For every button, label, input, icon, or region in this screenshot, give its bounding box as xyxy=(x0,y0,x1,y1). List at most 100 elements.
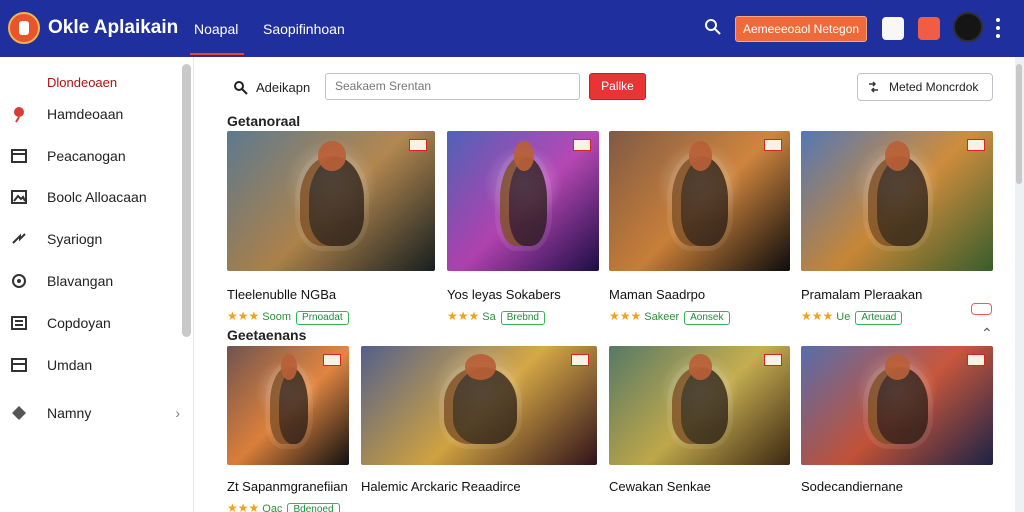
top-card-image-3[interactable] xyxy=(609,131,790,271)
search-input[interactable]: Seakaem Srentan xyxy=(325,73,580,100)
chevron-right-icon: › xyxy=(175,405,180,421)
bottom-card-rating-1: ★★★ Oac Bdenoed xyxy=(227,501,340,512)
star-rating-icon: ★★★ xyxy=(801,309,834,323)
collapse-icon[interactable]: ⌃ xyxy=(981,325,993,342)
sidebar-item-label: Boolc Alloacaan xyxy=(47,189,147,205)
sidebar-item-hamdeoaan[interactable]: Hamdeoaan xyxy=(10,101,180,129)
rating-text: Oac xyxy=(262,503,283,512)
card-corner-badge xyxy=(967,354,985,366)
sidebar-item-namny[interactable]: Namny › xyxy=(10,400,180,428)
notification-icon[interactable] xyxy=(882,17,904,40)
search-icon xyxy=(234,81,248,95)
nav-saopifinhoan[interactable]: Saopifinhoan xyxy=(263,21,345,37)
top-card-image-4[interactable] xyxy=(801,131,993,271)
sidebar-scrollbar[interactable] xyxy=(182,64,191,337)
top-card-rating-3: ★★★ Sakeer Aonsek xyxy=(609,309,730,325)
sidebar-item-syariogn[interactable]: Syariogn xyxy=(10,226,180,254)
more-options-icon[interactable] xyxy=(996,18,1000,38)
top-card-title-3[interactable]: Maman Saadrpo xyxy=(609,287,790,302)
rating-text: Sa xyxy=(482,311,496,323)
bottom-card-image-4[interactable] xyxy=(801,346,993,465)
sidebar-item-boolc-alloacaan[interactable]: Boolc Alloacaan xyxy=(10,184,180,212)
app-title: Okle Aplaikain xyxy=(48,17,179,38)
bottom-card-image-2[interactable] xyxy=(361,346,597,465)
status-badge: Arteuad xyxy=(855,311,903,325)
bottom-card-title-3[interactable]: Cewakan Senkae xyxy=(609,479,790,494)
top-card-title-4[interactable]: Pramalam Pleraakan xyxy=(801,287,993,302)
character-art xyxy=(868,354,928,444)
rating-text: Sakeer xyxy=(644,311,680,323)
table-icon xyxy=(11,358,27,372)
character-art xyxy=(672,354,729,444)
sort-icon xyxy=(869,81,878,93)
character-art xyxy=(868,141,928,246)
sidebar-item-umdan[interactable]: Umdan xyxy=(10,352,180,380)
character-art xyxy=(443,354,517,444)
list-icon xyxy=(11,316,27,330)
status-badge: Aonsek xyxy=(684,311,730,325)
diamond-icon xyxy=(12,406,26,420)
top-bar: Okle Aplaikain Noapal Saopifinhoan Aemee… xyxy=(0,0,1024,57)
page-scrollbar[interactable] xyxy=(1015,57,1024,512)
section-title-geetaenans: Geetaenans xyxy=(227,327,307,343)
sidebar-item-blavangan[interactable]: Blavangan xyxy=(10,268,180,296)
card-corner-badge xyxy=(323,354,341,366)
primary-action-button[interactable]: Aemeeeoaol Netegon xyxy=(735,16,867,42)
pin-icon xyxy=(14,107,24,123)
search-label: Adeikapn xyxy=(256,80,311,95)
star-rating-icon: ★★★ xyxy=(609,309,642,323)
bottom-card-title-1[interactable]: Zt Sapanmgranefiian xyxy=(227,479,349,494)
app-logo-icon[interactable] xyxy=(8,12,40,44)
search-button[interactable]: Pallke xyxy=(589,73,646,100)
image-icon xyxy=(11,190,27,204)
card-corner-badge xyxy=(571,354,589,366)
main-content: Adeikapn Seakaem Srentan Pallke Meted Mo… xyxy=(195,57,1024,512)
character-art xyxy=(299,141,365,246)
more-icon[interactable] xyxy=(971,303,992,315)
card-corner-badge xyxy=(764,354,782,366)
sidebar-item-copdoyan[interactable]: Copdoyan xyxy=(10,310,180,338)
top-card-image-2[interactable] xyxy=(447,131,599,271)
sidebar-item-label: Copdoyan xyxy=(47,315,111,331)
apps-icon[interactable] xyxy=(918,17,940,40)
character-art xyxy=(269,354,308,444)
radio-icon xyxy=(12,274,26,288)
avatar[interactable] xyxy=(953,12,983,42)
sidebar-item-label: Peacanogan xyxy=(47,148,126,164)
sidebar-title: Dlondeoaen xyxy=(47,75,118,90)
star-rating-icon: ★★★ xyxy=(227,309,260,323)
top-card-rating-4: ★★★ Ue Arteuad xyxy=(801,309,903,325)
character-art xyxy=(500,141,548,246)
sort-label: Meted Moncrdok xyxy=(889,80,979,94)
bottom-card-image-1[interactable] xyxy=(227,346,349,465)
card-corner-badge xyxy=(409,139,427,151)
bottom-card-title-4[interactable]: Sodecandiernane xyxy=(801,479,993,494)
top-card-rating-1: ★★★ Soom Prnoadat xyxy=(227,309,349,325)
top-card-rating-2: ★★★ Sa Brebnd xyxy=(447,309,545,325)
top-card-title-2[interactable]: Yos leyas Sokabers xyxy=(447,287,599,302)
card-corner-badge xyxy=(573,139,591,151)
nav-noapal[interactable]: Noapal xyxy=(189,21,245,55)
share-icon xyxy=(12,233,26,244)
sort-button[interactable]: Meted Moncrdok xyxy=(857,73,993,101)
sidebar-item-label: Namny xyxy=(47,405,92,421)
rating-text: Soom xyxy=(262,311,292,323)
section-title-getanoraal: Getanoraal xyxy=(227,113,301,129)
status-badge: Bdenoed xyxy=(287,503,340,512)
sidebar-item-label: Blavangan xyxy=(47,273,114,289)
sidebar-item-label: Hamdeoaan xyxy=(47,106,124,122)
star-rating-icon: ★★★ xyxy=(447,309,480,323)
top-card-image-1[interactable] xyxy=(227,131,435,271)
bottom-card-image-3[interactable] xyxy=(609,346,790,465)
card-corner-badge xyxy=(764,139,782,151)
star-rating-icon: ★★★ xyxy=(227,501,260,512)
sidebar-item-peacanogan[interactable]: Peacanogan xyxy=(10,143,180,171)
search-icon[interactable] xyxy=(704,18,722,36)
status-badge: Prnoadat xyxy=(296,311,349,325)
bottom-card-title-2[interactable]: Halemic Arckaric Reaadirce xyxy=(361,479,597,494)
sidebar: Dlondeoaen Hamdeoaan Peacanogan Boolc Al… xyxy=(0,57,194,512)
top-card-title-1[interactable]: Tleelenublle NGBa xyxy=(227,287,435,302)
rating-text: Ue xyxy=(836,311,851,323)
sidebar-item-label: Umdan xyxy=(47,357,93,373)
character-art xyxy=(672,141,729,246)
